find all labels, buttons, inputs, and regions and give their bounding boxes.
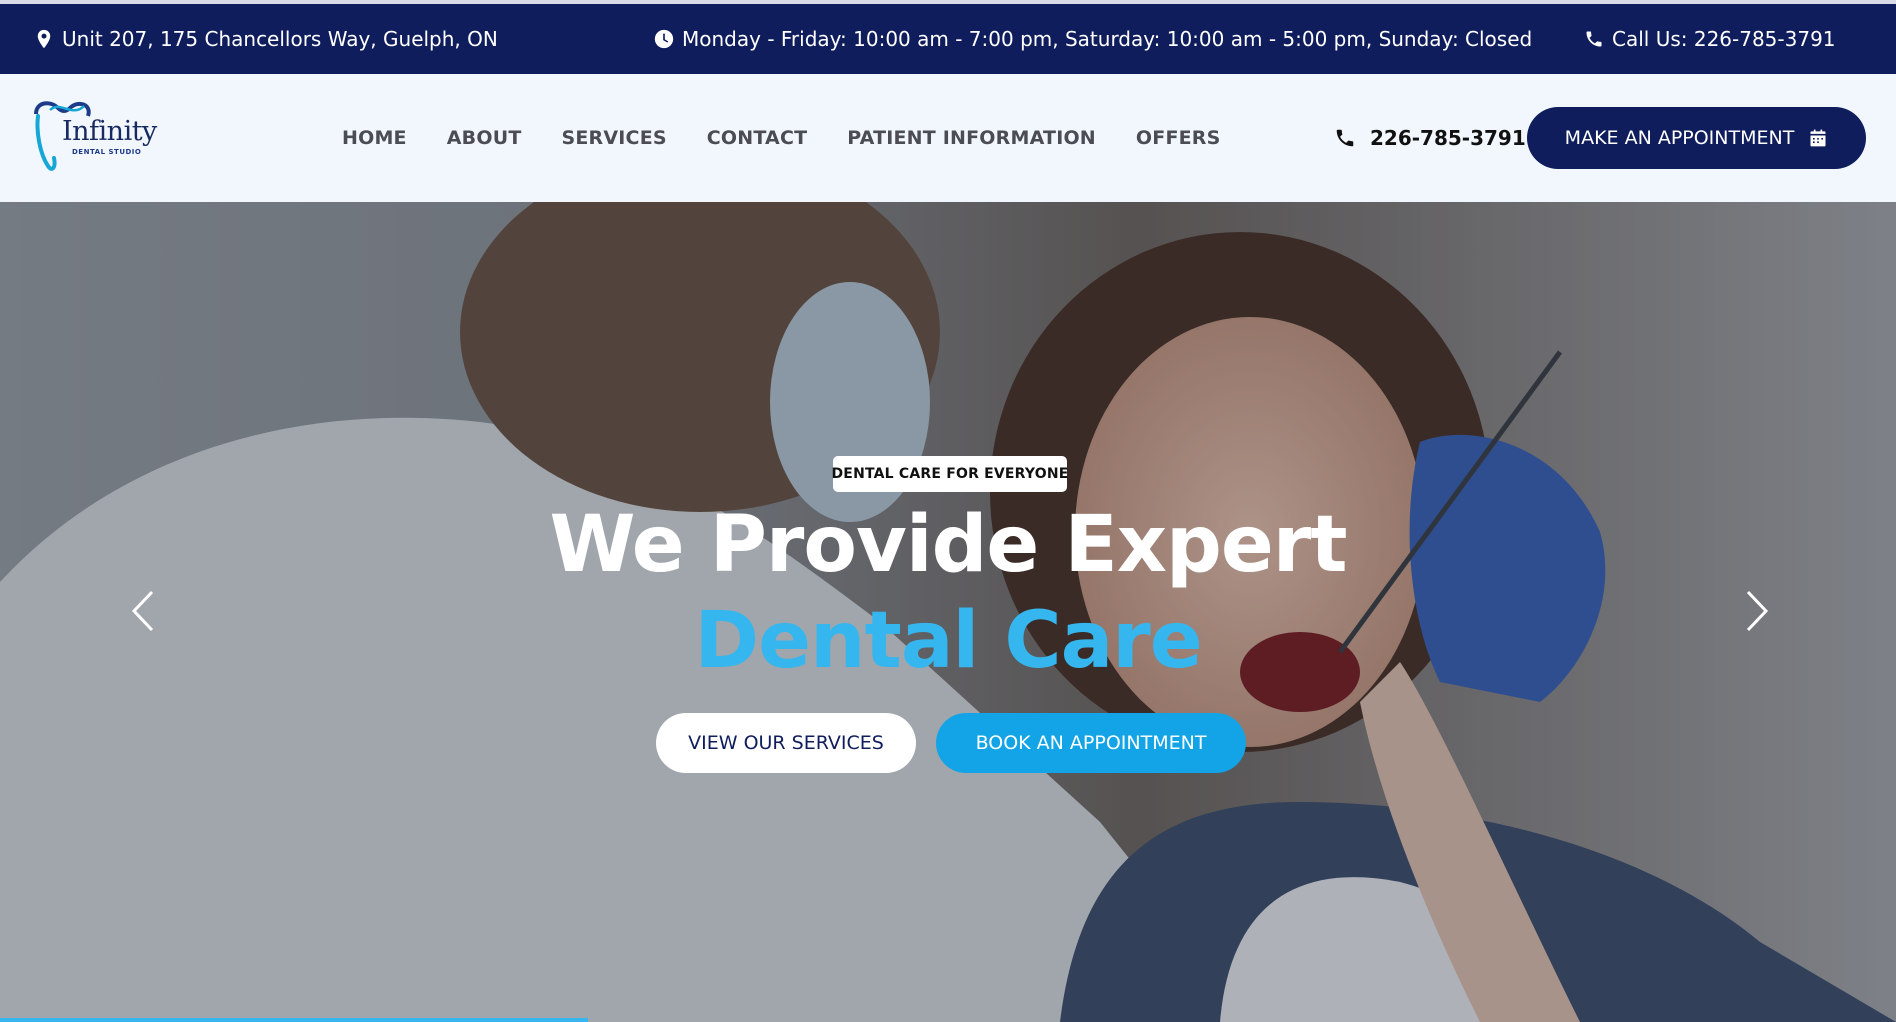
header-phone-number: 226-785-3791: [1370, 126, 1526, 150]
logo[interactable]: Infinity DENTAL STUDIO: [32, 96, 162, 178]
hero-title-line1: We Provide Expert: [549, 500, 1347, 590]
view-services-button[interactable]: VIEW OUR SERVICES: [656, 713, 916, 773]
hero-badge: DENTAL CARE FOR EVERYONE: [831, 456, 1068, 492]
nav-about[interactable]: ABOUT: [447, 127, 522, 149]
site-header: Infinity DENTAL STUDIO HOME ABOUT SERVIC…: [0, 74, 1896, 202]
make-appointment-button[interactable]: MAKE AN APPOINTMENT: [1527, 107, 1866, 169]
chevron-right-icon: [1746, 590, 1769, 632]
top-info-bar: Unit 207, 175 Chancellors Way, Guelph, O…: [0, 0, 1896, 74]
call-us-text: Call Us: 226-785-3791: [1612, 27, 1836, 51]
nav-contact[interactable]: CONTACT: [707, 127, 808, 149]
clock-icon: [654, 29, 674, 49]
hours-text: Monday - Friday: 10:00 am - 7:00 pm, Sat…: [682, 27, 1533, 51]
hero-slider: DENTAL CARE FOR EVERYONE We Provide Expe…: [0, 202, 1896, 1022]
calendar-icon: [1810, 129, 1826, 147]
phone-icon: [1586, 31, 1602, 47]
make-appointment-label: MAKE AN APPOINTMENT: [1564, 127, 1795, 149]
nav-offers[interactable]: OFFERS: [1136, 127, 1221, 149]
logo-name: Infinity: [62, 116, 157, 147]
main-nav: HOME ABOUT SERVICES CONTACT PATIENT INFO…: [342, 74, 1221, 202]
hours-info: Monday - Friday: 10:00 am - 7:00 pm, Sat…: [654, 27, 1532, 51]
nav-home[interactable]: HOME: [342, 127, 407, 149]
slider-prev-button[interactable]: [128, 586, 158, 636]
slider-progress-bar: [0, 1018, 588, 1022]
hero-title-line2: Dental Care: [694, 596, 1202, 686]
header-phone-link[interactable]: 226-785-3791: [1334, 74, 1526, 202]
chevron-left-icon: [131, 590, 154, 632]
address-text: Unit 207, 175 Chancellors Way, Guelph, O…: [62, 27, 498, 51]
book-appointment-button[interactable]: BOOK AN APPOINTMENT: [936, 713, 1246, 773]
slider-next-button[interactable]: [1742, 586, 1772, 636]
phone-icon: [1336, 129, 1354, 147]
map-pin-icon: [37, 29, 51, 49]
nav-services[interactable]: SERVICES: [561, 127, 666, 149]
logo-subtitle: DENTAL STUDIO: [72, 148, 142, 156]
address-info[interactable]: Unit 207, 175 Chancellors Way, Guelph, O…: [34, 27, 498, 51]
nav-patient-information[interactable]: PATIENT INFORMATION: [847, 127, 1096, 149]
call-us-link[interactable]: Call Us: 226-785-3791: [1584, 27, 1836, 51]
